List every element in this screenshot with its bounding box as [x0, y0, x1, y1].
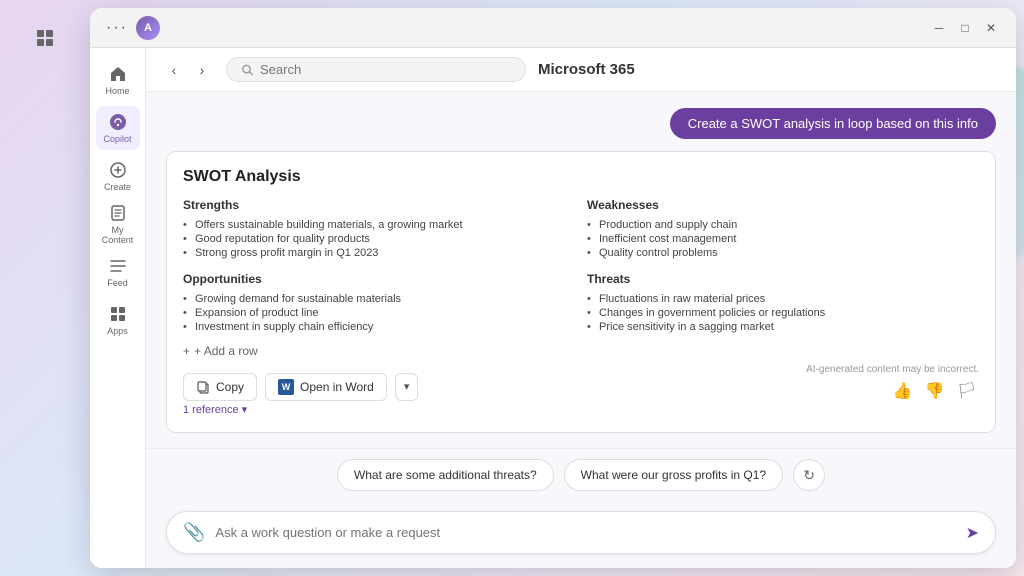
threats-heading: Threats — [587, 272, 979, 286]
close-button[interactable]: ✕ — [982, 19, 1000, 37]
create-swot-button[interactable]: Create a SWOT analysis in loop based on … — [670, 108, 996, 139]
sidebar-item-create[interactable]: Create — [96, 154, 140, 198]
chat-area: Create a SWOT analysis in loop based on … — [146, 92, 1016, 448]
list-item: Growing demand for sustainable materials — [183, 292, 575, 306]
list-item: Price sensitivity in a sagging market — [587, 320, 979, 334]
add-row-button[interactable]: + + Add a row — [183, 344, 979, 358]
swot-title: SWOT Analysis — [183, 168, 979, 186]
input-box: 📎 ➤ — [166, 511, 996, 554]
sidebar-copilot-label: Copilot — [103, 134, 131, 144]
weaknesses-list: Production and supply chain Inefficient … — [587, 218, 979, 260]
list-item: Production and supply chain — [587, 218, 979, 232]
sidebar-item-my-content[interactable]: My Content — [96, 202, 140, 246]
window-controls: ─ □ ✕ — [930, 19, 1000, 37]
swot-threats: Threats Fluctuations in raw material pri… — [587, 272, 979, 334]
back-button[interactable]: ‹ — [162, 58, 186, 82]
list-item: Inefficient cost management — [587, 232, 979, 246]
strengths-heading: Strengths — [183, 198, 575, 212]
weaknesses-heading: Weaknesses — [587, 198, 979, 212]
list-item: Changes in government policies or regula… — [587, 306, 979, 320]
open-in-word-label: Open in Word — [300, 380, 374, 394]
list-item: Good reputation for quality products — [183, 232, 575, 246]
list-item: Expansion of product line — [183, 306, 575, 320]
suggestion-chip-0[interactable]: What are some additional threats? — [337, 459, 554, 491]
search-input[interactable] — [260, 62, 511, 77]
attach-button[interactable]: 📎 — [183, 522, 205, 543]
sidebar-feed-label: Feed — [107, 278, 128, 288]
ai-disclaimer: AI-generated content may be incorrect. — [806, 364, 979, 375]
threats-list: Fluctuations in raw material prices Chan… — [587, 292, 979, 334]
search-icon — [241, 63, 254, 77]
strengths-list: Offers sustainable building materials, a… — [183, 218, 575, 260]
list-item: Investment in supply chain efficiency — [183, 320, 575, 334]
swot-grid: Strengths Offers sustainable building ma… — [183, 198, 979, 334]
avatar[interactable]: A — [136, 16, 160, 40]
sidebar-create-label: Create — [104, 182, 131, 192]
minimize-button[interactable]: ─ — [930, 19, 948, 37]
sidebar-apps-label: Apps — [107, 326, 128, 336]
copy-label: Copy — [216, 380, 244, 394]
copy-icon — [196, 380, 210, 394]
swot-weaknesses: Weaknesses Production and supply chain I… — [587, 198, 979, 260]
reference-chevron-icon: ▾ — [242, 403, 248, 416]
main-area: Home Copilot Create My Content — [90, 48, 1016, 568]
app-title: Microsoft 365 — [538, 61, 635, 78]
sidebar-outer-grid[interactable] — [20, 16, 70, 60]
list-item: Offers sustainable building materials, a… — [183, 218, 575, 232]
sidebar-item-copilot[interactable]: Copilot — [96, 106, 140, 150]
copy-button[interactable]: Copy — [183, 373, 257, 401]
list-item: Fluctuations in raw material prices — [587, 292, 979, 306]
flag-button[interactable]: 🏳 — [955, 379, 979, 403]
sidebar-home-label: Home — [105, 86, 129, 96]
sidebar-my-content-label: My Content — [96, 225, 140, 245]
suggestions-bar: What are some additional threats? What w… — [146, 448, 1016, 501]
content-pane: ‹ › Microsoft 365 Create a SWOT analysis… — [146, 48, 1016, 568]
search-box[interactable] — [226, 57, 526, 82]
add-row-label: + Add a row — [194, 344, 258, 358]
sidebar-item-home[interactable]: Home — [96, 58, 140, 102]
swot-strengths: Strengths Offers sustainable building ma… — [183, 198, 575, 260]
outer-sidebar — [0, 0, 90, 576]
input-area: 📎 ➤ — [146, 501, 1016, 568]
nav-arrows: ‹ › — [162, 58, 214, 82]
app-window: ··· A ─ □ ✕ Home Copilot — [90, 8, 1016, 568]
title-bar: ··· A ─ □ ✕ — [90, 8, 1016, 48]
reference-label: 1 reference — [183, 404, 239, 416]
list-item: Quality control problems — [587, 246, 979, 260]
word-dropdown-button[interactable]: ▾ — [395, 373, 419, 401]
opportunities-list: Growing demand for sustainable materials… — [183, 292, 575, 334]
more-options-icon[interactable]: ··· — [106, 19, 128, 37]
list-item: Strong gross profit margin in Q1 2023 — [183, 246, 575, 260]
card-actions: Copy W Open in Word ▾ AI-generated conte… — [183, 370, 979, 403]
action-buttons: Copy W Open in Word ▾ — [183, 373, 418, 401]
opportunities-heading: Opportunities — [183, 272, 575, 286]
open-in-word-button[interactable]: W Open in Word — [265, 373, 387, 401]
sidebar-item-feed[interactable]: Feed — [96, 250, 140, 294]
forward-button[interactable]: › — [190, 58, 214, 82]
sidebar-item-apps[interactable]: Apps — [96, 298, 140, 342]
maximize-button[interactable]: □ — [956, 19, 974, 37]
thumbs-up-button[interactable]: 👍 — [891, 379, 915, 403]
sidebar: Home Copilot Create My Content — [90, 48, 146, 568]
chat-input[interactable] — [215, 525, 955, 540]
word-icon: W — [278, 379, 294, 395]
refresh-suggestions-button[interactable]: ↻ — [793, 459, 825, 491]
swot-card: SWOT Analysis Strengths Offers sustainab… — [166, 151, 996, 433]
feedback-buttons: 👍 👎 🏳 — [891, 379, 979, 403]
top-bar: ‹ › Microsoft 365 — [146, 48, 1016, 92]
plus-icon: + — [183, 344, 190, 358]
suggestion-chip-1[interactable]: What were our gross profits in Q1? — [564, 459, 783, 491]
send-button[interactable]: ➤ — [966, 523, 979, 543]
title-bar-left: ··· A — [106, 16, 930, 40]
reference-row[interactable]: 1 reference ▾ — [183, 403, 979, 416]
thumbs-down-button[interactable]: 👎 — [923, 379, 947, 403]
swot-opportunities: Opportunities Growing demand for sustain… — [183, 272, 575, 334]
